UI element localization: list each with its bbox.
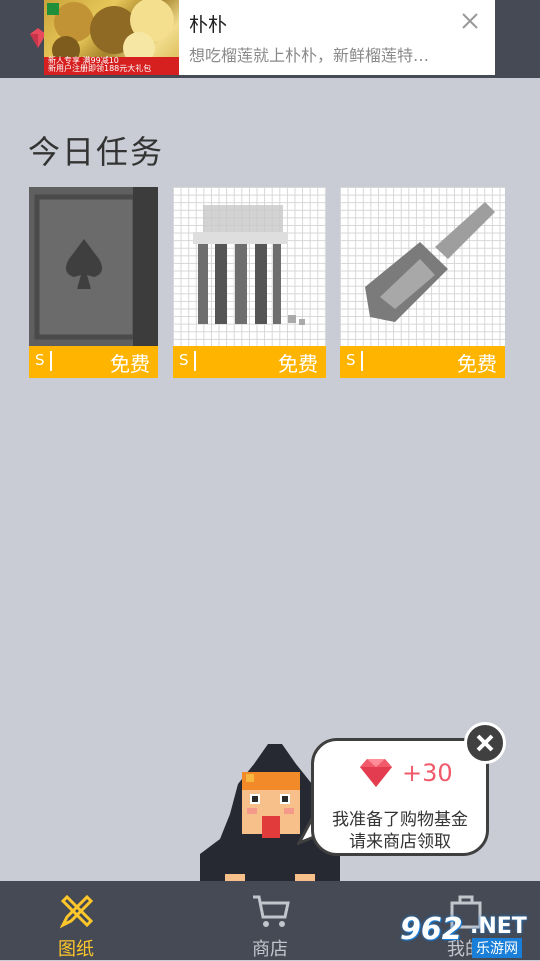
watermark-number: 962	[400, 912, 463, 947]
gem-icon	[360, 759, 392, 787]
section-title: 今日任务	[28, 133, 165, 171]
nav-item-shop[interactable]: 商店	[210, 881, 330, 960]
nav-label: 商店	[252, 939, 288, 960]
close-icon	[476, 734, 494, 752]
price-label: 免费	[110, 352, 150, 376]
task-card[interactable]: S 免费	[29, 187, 158, 378]
task-price-bar[interactable]: S 免费	[29, 346, 158, 378]
task-card[interactable]: S 免费	[173, 187, 326, 378]
price-label: 免费	[278, 352, 318, 376]
watermark-logo: 962 .NET 乐游网	[400, 912, 535, 958]
watermark-site: 乐游网	[472, 938, 522, 958]
reward-amount: +30	[402, 759, 453, 787]
ad-description[interactable]: 想吃榴莲就上朴朴，新鲜榴莲特…	[189, 42, 429, 66]
nav-label: 图纸	[58, 939, 94, 960]
ad-banner[interactable]: 新人专享 满99减10 新用户注册即领188元大礼包 朴朴 想吃榴莲就上朴朴，新…	[44, 0, 495, 75]
reward-bubble[interactable]: +30 我准备了购物基金 请来商店领取	[311, 738, 489, 856]
bubble-close-button[interactable]	[464, 722, 506, 764]
task-price-bar[interactable]: S 免费	[340, 346, 505, 378]
ad-image-text: 新用户注册即领188元大礼包	[48, 64, 152, 73]
currency-label: S	[35, 351, 45, 369]
ad-image[interactable]: 新人专享 满99减10 新用户注册即领188元大礼包	[44, 0, 179, 75]
currency-label: S	[179, 351, 189, 369]
nav-item-drawings[interactable]: 图纸	[16, 881, 136, 960]
ad-title[interactable]: 朴朴	[189, 10, 227, 37]
spade-card-icon	[29, 187, 158, 346]
pencil-ruler-icon	[59, 894, 94, 929]
close-icon[interactable]	[459, 10, 481, 32]
price-label: 免费	[457, 352, 497, 376]
top-banner: 新人专享 满99减10 新用户注册即领188元大礼包 朴朴 想吃榴莲就上朴朴，新…	[0, 0, 540, 78]
popcorn-icon	[173, 187, 326, 346]
currency-label: S	[346, 351, 356, 369]
shovel-icon	[340, 187, 505, 346]
watermark-suffix: .NET	[470, 914, 527, 939]
cart-icon	[253, 895, 290, 927]
task-card[interactable]: S 免费	[340, 187, 505, 378]
task-price-bar[interactable]: S 免费	[173, 346, 326, 378]
bubble-message: 请来商店领取	[349, 832, 451, 852]
